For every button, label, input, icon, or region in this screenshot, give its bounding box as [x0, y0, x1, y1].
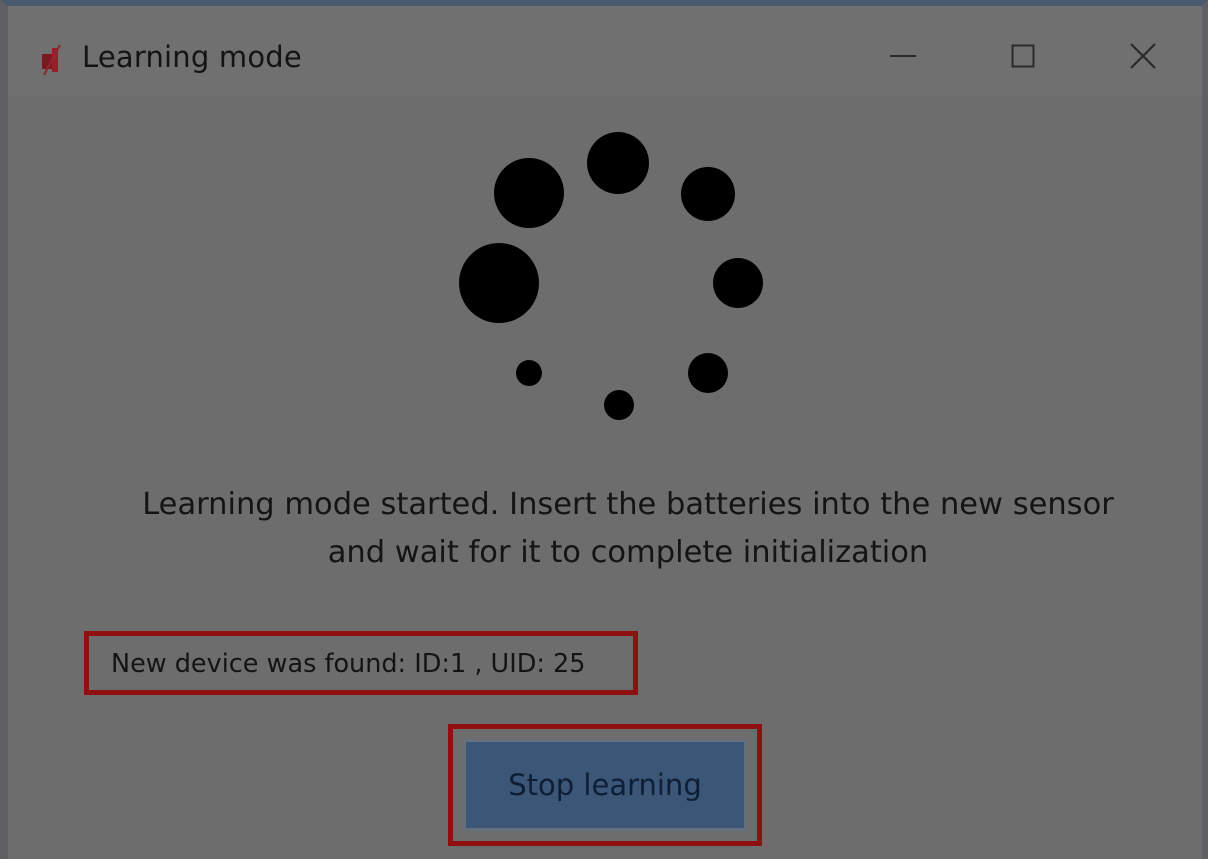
spinner-dot	[516, 360, 542, 386]
device-found-highlight: New device was found: ID:1 , UID: 25	[84, 631, 638, 695]
close-icon	[1130, 43, 1156, 69]
spinner-dot	[604, 390, 634, 420]
spinner-dot	[681, 167, 735, 221]
spinner-dot	[688, 353, 728, 393]
spinner-dot	[459, 243, 539, 323]
instruction-message: Learning mode started. Insert the batter…	[68, 481, 1188, 577]
spinner-dot	[494, 158, 564, 228]
close-button[interactable]	[1098, 26, 1188, 86]
maximize-icon	[1011, 44, 1035, 68]
spinner-dot	[587, 132, 649, 194]
minimize-button[interactable]	[858, 26, 948, 86]
app-icon	[42, 44, 61, 76]
minimize-icon	[890, 55, 916, 57]
learning-mode-window: Learning mode Learning mode started. Ins…	[0, 0, 1208, 859]
title-bar[interactable]: Learning mode	[8, 6, 1202, 96]
device-found-status: New device was found: ID:1 , UID: 25	[111, 649, 586, 679]
stop-button-highlight: Stop learning	[448, 724, 762, 846]
message-line-1: Learning mode started. Insert the batter…	[142, 487, 1114, 522]
message-line-2: and wait for it to complete initializati…	[327, 535, 929, 570]
window-title: Learning mode	[82, 40, 302, 74]
maximize-button[interactable]	[978, 26, 1068, 86]
stop-learning-button[interactable]: Stop learning	[463, 739, 747, 831]
spinner-dot	[713, 258, 763, 308]
